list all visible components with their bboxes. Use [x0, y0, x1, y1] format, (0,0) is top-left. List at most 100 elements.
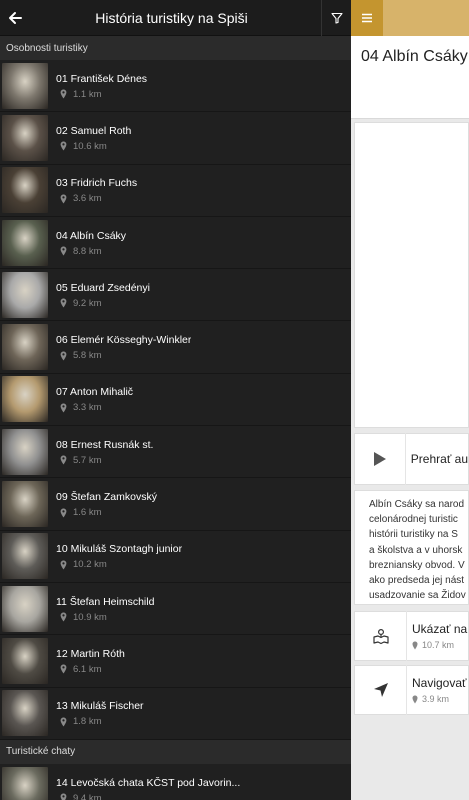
- filter-icon: [330, 12, 343, 24]
- poi-list-panel: História turistiky na Spiši Osobnosti tu…: [0, 0, 351, 800]
- page-title: História turistiky na Spiši: [95, 9, 248, 26]
- arrow-left-icon: [9, 11, 22, 24]
- list-item-title: 08 Ernest Rusnák st.: [56, 438, 154, 451]
- section-header: Turistické chaty: [0, 739, 351, 764]
- list-item-distance: 6.1 km: [73, 663, 102, 675]
- location-pin-icon: [412, 695, 418, 703]
- list-item[interactable]: 11 Štefan Heimschild 10.9 km: [0, 582, 351, 636]
- thumbnail-image: [2, 481, 48, 528]
- thumbnail-image: [2, 219, 48, 266]
- description-line: Albín Csáky sa narod: [369, 499, 465, 510]
- play-audio-button[interactable]: Prehrať au: [354, 433, 469, 485]
- list-item-distance: 5.8 km: [73, 350, 102, 362]
- navigate-button[interactable]: Navigovať 3.9 km: [354, 665, 469, 715]
- thumbnail-image: [2, 690, 48, 737]
- location-pin-icon: [60, 351, 67, 361]
- list-item[interactable]: 04 Albín Csáky 8.8 km: [0, 216, 351, 270]
- location-pin-icon: [60, 194, 67, 204]
- location-pin-icon: [412, 641, 418, 649]
- list-item[interactable]: 01 František Dénes 1.1 km: [0, 60, 351, 113]
- detail-top-bar: [351, 0, 469, 36]
- list-item-title: 06 Elemér Kösseghy-Winkler: [56, 334, 192, 347]
- list-item-title: 02 Samuel Roth: [56, 124, 132, 137]
- list-item-distance: 10.9 km: [73, 611, 107, 623]
- filter-button[interactable]: [321, 0, 351, 36]
- list-item-distance: 10.6 km: [73, 140, 107, 152]
- thumbnail-image: [2, 533, 48, 580]
- description-line: usadzovanie sa Židov: [369, 590, 466, 602]
- list-item[interactable]: 12 Martin Róth 6.1 km: [0, 635, 351, 688]
- list-item-distance: 10.2 km: [73, 559, 107, 571]
- thumbnail-image: [2, 637, 48, 684]
- navigation-arrow-icon: [355, 665, 407, 715]
- list-item[interactable]: 10 Mikuláš Szontagh junior 10.2 km: [0, 530, 351, 583]
- list-item-distance: 5.7 km: [73, 454, 102, 466]
- list-item[interactable]: 09 Štefan Zamkovský 1.6 km: [0, 478, 351, 531]
- list-item-title: 11 Štefan Heimschild: [56, 595, 155, 608]
- description-line: brezniansky obvod. V: [369, 559, 465, 571]
- list-item-title: 09 Štefan Zamkovský: [56, 491, 157, 504]
- location-pin-icon: [60, 612, 67, 622]
- list-item-distance: 3.6 km: [73, 193, 102, 205]
- play-audio-label: Prehrať au: [410, 452, 468, 466]
- navigate-label: Navigovať: [412, 676, 467, 690]
- location-pin-icon: [60, 664, 67, 674]
- top-app-bar: História turistiky na Spiši: [0, 0, 351, 36]
- thumbnail-image: [2, 766, 48, 800]
- list-item[interactable]: 07 Anton Mihalič 3.3 km: [0, 373, 351, 427]
- description-line: a školstva a v uhorsk: [369, 544, 463, 556]
- location-pin-icon: [60, 298, 67, 308]
- list-item-title: 10 Mikuláš Szontagh junior: [56, 543, 183, 556]
- detail-description: Albín Csáky sa narod celonárodnej turisti…: [354, 490, 469, 605]
- show-on-map-label: Ukázať na: [412, 622, 468, 636]
- thumbnail-image: [2, 585, 48, 632]
- location-pin-icon: [60, 246, 67, 256]
- list-item-title: 07 Anton Mihalič: [56, 386, 134, 399]
- list-item-distance: 1.8 km: [73, 716, 102, 728]
- list-item-distance: 1.6 km: [73, 507, 102, 519]
- show-on-map-button[interactable]: Ukázať na 10.7 km: [354, 611, 469, 661]
- list-item-distance: 3.3 km: [73, 402, 102, 414]
- list-item[interactable]: 14 Levočská chata KČST pod Javorin... 9.4…: [0, 763, 351, 800]
- list-item[interactable]: 02 Samuel Roth 10.6 km: [0, 112, 351, 165]
- map-pin-icon: [355, 611, 407, 661]
- navigate-distance: 3.9 km: [422, 694, 450, 704]
- location-pin-icon: [60, 508, 67, 518]
- menu-button[interactable]: [351, 0, 383, 36]
- list-item-title: 12 Martin Róth: [56, 647, 125, 660]
- location-pin-icon: [60, 455, 67, 465]
- detail-title: 04 Albín Csáky: [361, 48, 468, 65]
- thumbnail-image: [2, 62, 48, 109]
- list-item[interactable]: 03 Fridrich Fuchs 3.6 km: [0, 164, 351, 217]
- location-pin-icon: [60, 89, 67, 99]
- location-pin-icon: [60, 717, 67, 727]
- thumbnail-image: [2, 324, 48, 371]
- thumbnail-image: [2, 428, 48, 475]
- list-item-title: 13 Mikuláš Fischer: [56, 700, 144, 713]
- list-item-distance: 9.4 km: [73, 792, 102, 800]
- thumbnail-image: [2, 114, 48, 161]
- location-pin-icon: [60, 141, 67, 151]
- list-item-title: 05 Eduard Zsedényi: [56, 281, 150, 294]
- description-line: celonárodnej turistic: [369, 514, 458, 526]
- list-item-distance: 8.8 km: [73, 245, 102, 257]
- list-item[interactable]: 05 Eduard Zsedényi 9.2 km: [0, 269, 351, 322]
- list-item[interactable]: 06 Elemér Kösseghy-Winkler 5.8 km: [0, 321, 351, 374]
- list-item-title: 04 Albín Csáky: [56, 229, 127, 242]
- location-pin-icon: [60, 403, 67, 413]
- detail-panel: 04 Albín Csáky Prehrať au Albín Csáky sa…: [351, 0, 469, 800]
- list-item-title: 01 František Dénes: [56, 72, 148, 85]
- thumbnail-image: [2, 271, 48, 318]
- location-pin-icon: [60, 793, 67, 800]
- thumbnail-image: [2, 167, 48, 214]
- list-item[interactable]: 08 Ernest Rusnák st. 5.7 km: [0, 426, 351, 479]
- section-header: Osobnosti turistiky: [0, 36, 351, 60]
- list-item[interactable]: 13 Mikuláš Fischer 1.8 km: [0, 687, 351, 740]
- list-item-title: 14 Levočská chata KČST pod Javorin...: [56, 776, 241, 789]
- detail-image-area: [354, 122, 469, 428]
- description-line: histórii turistiky na S: [369, 529, 458, 541]
- location-pin-icon: [60, 560, 67, 570]
- list-item-title: 03 Fridrich Fuchs: [56, 177, 138, 190]
- play-icon: [355, 433, 406, 485]
- description-line: ako predseda jej nást: [369, 575, 465, 587]
